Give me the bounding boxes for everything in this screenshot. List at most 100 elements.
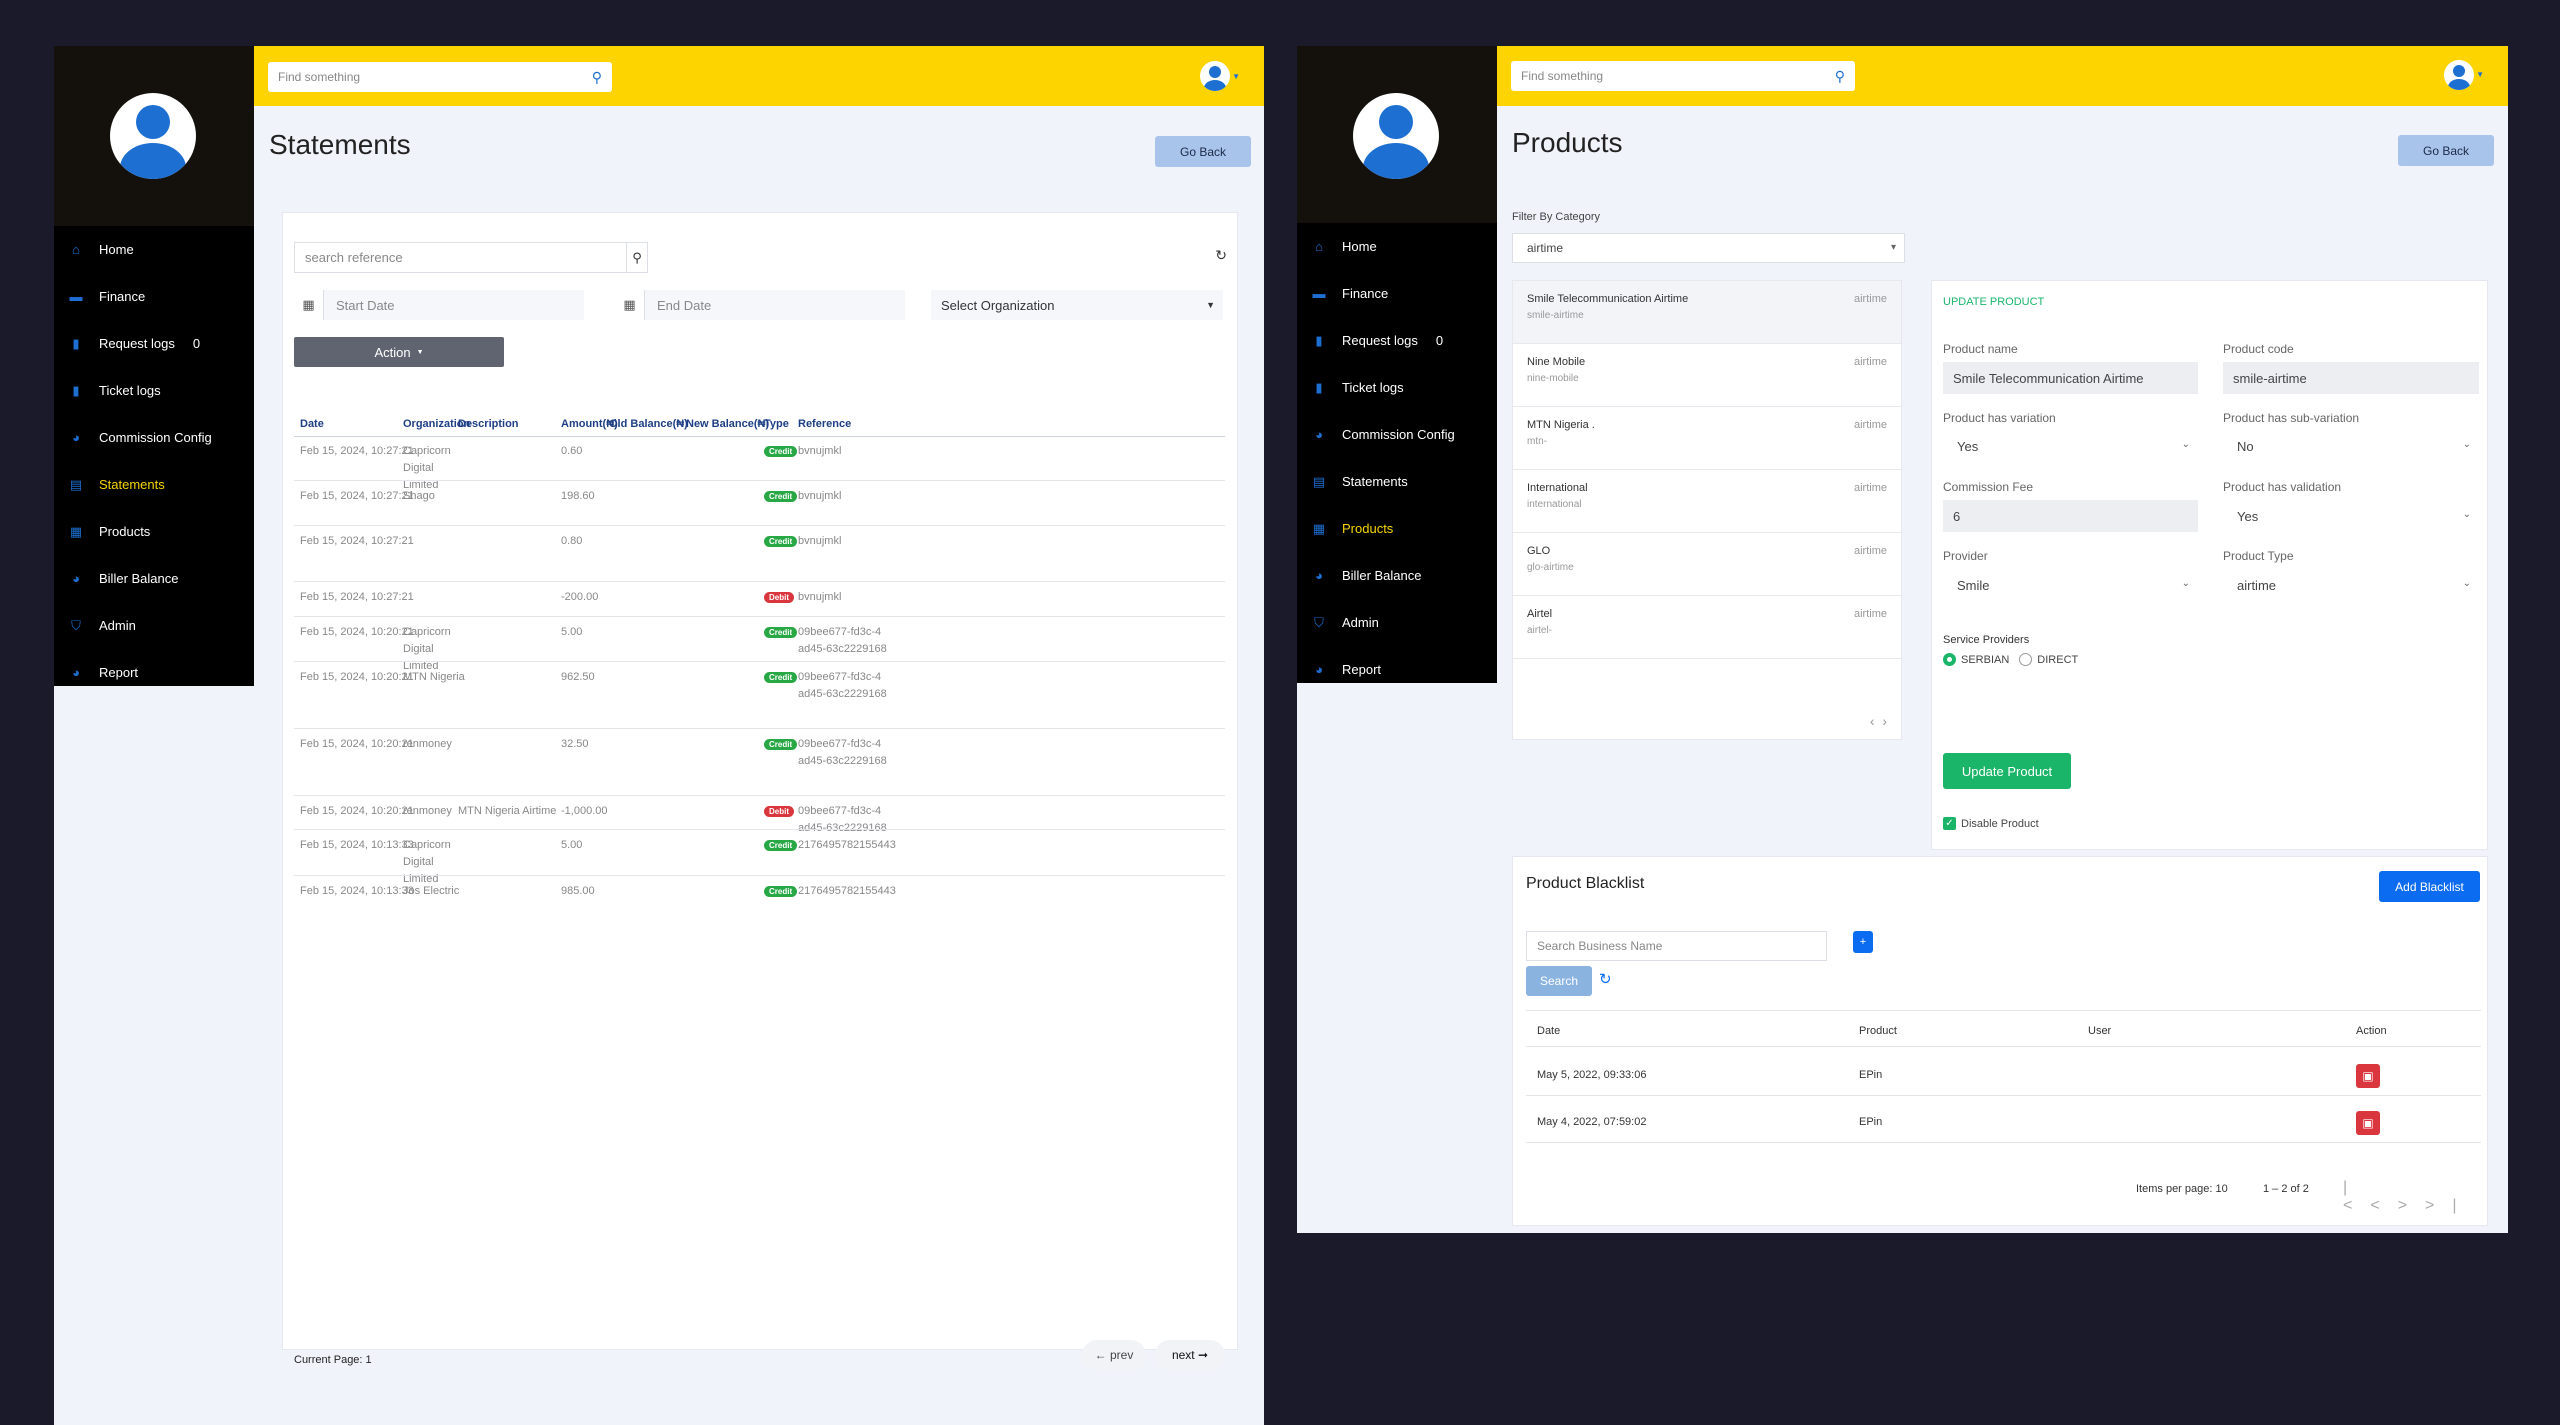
action-dropdown-button[interactable]: Action ▼ — [294, 337, 504, 367]
category-select[interactable]: airtime ▾ — [1512, 233, 1905, 263]
search-icon[interactable]: ⚲ — [1835, 68, 1845, 85]
update-product-button[interactable]: Update Product — [1943, 753, 2071, 789]
column-header[interactable]: Product — [1859, 1025, 1897, 1037]
column-header[interactable]: Reference — [798, 418, 851, 430]
sidebar-item-admin[interactable]: ⛉ Admin — [1297, 599, 1497, 646]
sidebar-item-label: Biller Balance — [1342, 568, 1422, 583]
sidebar-item-report[interactable]: ◕ Report — [54, 649, 254, 696]
column-header[interactable]: Type — [764, 418, 789, 430]
user-avatar-icon[interactable] — [2444, 60, 2474, 90]
column-header[interactable]: Date — [1537, 1025, 1560, 1037]
product-list-item[interactable]: GLO glo-airtime airtime — [1513, 533, 1901, 596]
product-list-item[interactable]: Airtel airtel-airtime — [1513, 596, 1901, 659]
product-list-item[interactable]: Smile Telecommunication Airtime smile-air… — [1513, 281, 1901, 344]
sidebar-item-ticket-logs[interactable]: ▮ Ticket logs — [1297, 364, 1497, 411]
sidebar-item-products[interactable]: ▦ Products — [54, 508, 254, 555]
product-list-item[interactable]: Nine Mobile nine-mobile airtime — [1513, 344, 1901, 407]
sidebar-item-commission-config[interactable]: ◕ Commission Config — [54, 414, 254, 461]
sidebar-item-products[interactable]: ▦ Products — [1297, 505, 1497, 552]
business-search-input[interactable]: Search Business Name — [1526, 931, 1827, 961]
chevron-down-icon[interactable]: ▼ — [2476, 70, 2484, 79]
pagination-arrows[interactable]: |<<>>| — [2343, 1179, 2487, 1215]
prev-page-button[interactable]: ← prev — [1082, 1340, 1146, 1370]
search-input[interactable]: Find something ⚲ — [268, 62, 612, 92]
column-header[interactable]: Old Balance(₦) — [609, 418, 688, 430]
product-category: airtime — [1853, 608, 1887, 620]
sidebar-item-label: Admin — [1342, 615, 1379, 630]
home-icon: ⌂ — [72, 241, 80, 257]
product-list: Smile Telecommunication Airtime smile-air… — [1512, 280, 1902, 740]
sidebar-item-statements[interactable]: ▤ Statements — [54, 461, 254, 508]
search-input[interactable]: Find something ⚲ — [1511, 61, 1855, 91]
user-avatar-icon[interactable] — [1200, 61, 1230, 91]
type-badge: Credit — [764, 446, 798, 457]
plus-icon[interactable]: + — [1853, 931, 1873, 953]
add-blacklist-button[interactable]: Add Blacklist — [2379, 871, 2480, 902]
product-list-item[interactable]: MTN Nigeria . mtn-airtime — [1513, 407, 1901, 470]
table-cell-ref: 2176495782155443 — [798, 885, 896, 897]
next-page-button[interactable]: next ➞ — [1155, 1340, 1225, 1370]
radio-direct[interactable] — [2019, 653, 2033, 666]
table-cell-date: Feb 15, 2024, 10:13:33 — [300, 839, 414, 851]
search-icon[interactable]: ⚲ — [592, 69, 602, 86]
update-product-heading: UPDATE PRODUCT — [1943, 296, 2045, 308]
product-type-select[interactable]: airtime ⌄ — [2223, 569, 2479, 601]
disable-product-checkbox[interactable]: ✓ Disable Product — [1943, 817, 2039, 830]
column-header[interactable]: User — [2088, 1025, 2111, 1037]
end-date-field[interactable]: ▦ End Date — [615, 290, 905, 320]
search-icon[interactable]: ⚲ — [626, 242, 648, 273]
page-title: Products — [1512, 127, 1623, 158]
sidebar-item-home[interactable]: ⌂ Home — [1297, 223, 1497, 270]
subvariation-select[interactable]: No ⌄ — [2223, 430, 2479, 462]
current-page-label: Current Page: 1 — [294, 1354, 372, 1366]
sidebar-item-biller-balance[interactable]: ◕ Biller Balance — [1297, 552, 1497, 599]
column-header[interactable]: Date — [300, 418, 324, 430]
search-button[interactable]: Search — [1526, 966, 1592, 996]
product-code-label: Product code — [2223, 342, 2294, 356]
search-reference-input[interactable]: search reference — [294, 242, 627, 273]
bar-chart-icon: ▮ — [72, 335, 80, 351]
column-header[interactable]: Action — [2356, 1025, 2387, 1037]
go-back-button[interactable]: Go Back — [1155, 136, 1251, 167]
radio-serbian[interactable] — [1943, 653, 1956, 666]
product-code-field[interactable]: smile-airtime — [2223, 362, 2479, 394]
refresh-icon[interactable]: ↻ — [1599, 970, 1612, 988]
blacklist-date: May 4, 2022, 07:59:02 — [1537, 1116, 1647, 1128]
variation-select[interactable]: Yes ⌄ — [1943, 430, 2198, 462]
sidebar-item-request-logs[interactable]: ▮ Request logs 0 — [54, 320, 254, 367]
organization-select[interactable]: Select Organization ▼ — [931, 290, 1223, 320]
column-header[interactable]: New Balance(₦) — [686, 418, 769, 430]
sidebar-item-admin[interactable]: ⛉ Admin — [54, 602, 254, 649]
product-name: MTN Nigeria . — [1527, 419, 1595, 431]
commission-fee-field[interactable]: 6 — [1943, 500, 2198, 532]
table-cell-date: Feb 15, 2024, 10:27:21 — [300, 445, 414, 457]
sidebar-item-biller-balance[interactable]: ◕ Biller Balance — [54, 555, 254, 602]
product-list-item[interactable]: International international airtime — [1513, 470, 1901, 533]
delete-icon[interactable]: ▣ — [2356, 1111, 2380, 1135]
sidebar-item-finance[interactable]: ▬ Finance — [1297, 270, 1497, 317]
product-name-field[interactable]: Smile Telecommunication Airtime — [1943, 362, 2198, 394]
refresh-icon[interactable]: ↻ — [1215, 247, 1227, 264]
top-bar: Find something ⚲ ▼ — [254, 46, 1264, 106]
sidebar-item-finance[interactable]: ▬ Finance — [54, 273, 254, 320]
sidebar-item-report[interactable]: ◕ Report — [1297, 646, 1497, 693]
chevron-down-icon[interactable]: ▼ — [1232, 72, 1240, 81]
go-back-button[interactable]: Go Back — [2398, 135, 2494, 166]
profile-avatar[interactable] — [110, 93, 196, 179]
provider-select[interactable]: Smile ⌄ — [1943, 569, 2198, 601]
delete-icon[interactable]: ▣ — [2356, 1064, 2380, 1088]
profile-avatar[interactable] — [1353, 93, 1439, 179]
sidebar-item-home[interactable]: ⌂ Home — [54, 226, 254, 273]
table-cell-amount: 5.00 — [561, 839, 583, 851]
validation-select[interactable]: Yes ⌄ — [2223, 500, 2479, 532]
box-icon: ▦ — [69, 523, 83, 539]
sidebar-item-commission-config[interactable]: ◕ Commission Config — [1297, 411, 1497, 458]
sidebar-item-label: Commission Config — [1342, 427, 1455, 442]
start-date-field[interactable]: ▦ Start Date — [294, 290, 584, 320]
sidebar-item-ticket-logs[interactable]: ▮ Ticket logs — [54, 367, 254, 414]
table-cell-amount: 962.50 — [561, 671, 595, 683]
column-header[interactable]: Description — [458, 418, 519, 430]
list-pager-arrows[interactable]: ‹ › — [1870, 713, 1887, 729]
sidebar-item-statements[interactable]: ▤ Statements — [1297, 458, 1497, 505]
sidebar-item-request-logs[interactable]: ▮ Request logs 0 — [1297, 317, 1497, 364]
